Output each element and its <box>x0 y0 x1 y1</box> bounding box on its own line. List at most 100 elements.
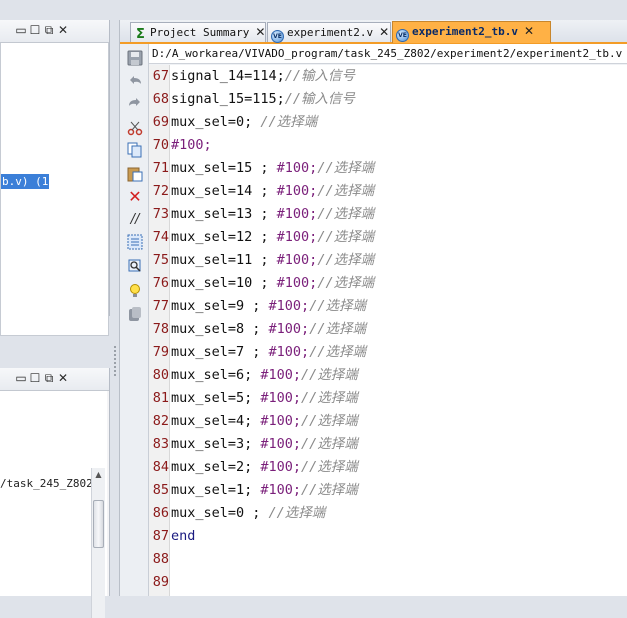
source-text: mux_sel=7 ; #100;//选择端 <box>171 341 366 364</box>
comment-token: //选择端 <box>317 252 375 268</box>
code-line[interactable]: 77 mux_sel=9 ; #100;//选择端 <box>149 295 627 318</box>
code-line[interactable]: 85 mux_sel=1; #100;//选择端 <box>149 479 627 502</box>
code-editor-pane: Σ Project Summary ✕ VE experiment2.v ✕ VE exp… <box>119 20 627 596</box>
code-line[interactable]: 83 mux_sel=3; #100;//选择端 <box>149 433 627 456</box>
copy-icon[interactable] <box>127 142 143 158</box>
close-icon[interactable]: ✕ <box>56 371 70 385</box>
close-icon[interactable]: ✕ <box>255 23 265 42</box>
delay-token: #100; <box>260 459 302 475</box>
code-token: mux_sel=2; <box>171 459 261 475</box>
tab-experiment2-v[interactable]: VE experiment2.v ✕ <box>267 22 391 43</box>
code-token: signal_15=115; <box>171 91 285 107</box>
pane-splitter[interactable] <box>111 20 119 596</box>
code-line[interactable]: 78 mux_sel=8 ; #100;//选择端 <box>149 318 627 341</box>
code-line[interactable]: 87 end <box>149 525 627 548</box>
restore-icon[interactable]: ⧉ <box>42 23 56 38</box>
line-number: 74 <box>152 229 169 245</box>
source-text: mux_sel=0; //选择端 <box>171 111 317 134</box>
code-line[interactable]: 86 mux_sel=0 ; //选择端 <box>149 502 627 525</box>
delay-token: #100; <box>276 160 318 176</box>
code-line[interactable]: 82 mux_sel=4; #100;//选择端 <box>149 410 627 433</box>
properties-body: /task_245_Z802/ ▲ <box>0 391 107 618</box>
code-token: mux_sel=6; <box>171 367 261 383</box>
source-text: #100; <box>171 134 212 157</box>
source-text: mux_sel=15 ; #100;//选择端 <box>171 157 374 180</box>
find-icon[interactable] <box>127 257 143 273</box>
comment-token: //选择端 <box>309 321 366 337</box>
sigma-icon: Σ <box>136 27 145 42</box>
comment-token: //选择端 <box>301 413 358 429</box>
minimize-icon[interactable]: ▭ <box>14 371 28 385</box>
close-icon[interactable]: ✕ <box>524 22 534 41</box>
comment-icon[interactable]: // <box>127 212 143 228</box>
minimize-icon[interactable]: ▭ <box>14 23 28 37</box>
sources-pane-window-controls: ▭ ☐ ⧉ ✕ <box>14 23 70 38</box>
comment-token: //选择端 <box>301 367 358 383</box>
line-number: 85 <box>152 482 169 498</box>
code-line[interactable]: 76 mux_sel=10 ; #100;//选择端 <box>149 272 627 295</box>
code-line[interactable]: 74 mux_sel=12 ; #100;//选择端 <box>149 226 627 249</box>
paste-icon[interactable] <box>127 166 143 182</box>
cut-icon[interactable] <box>127 120 143 136</box>
delay-token: #100; <box>260 367 302 383</box>
select-all-icon[interactable] <box>127 234 143 250</box>
close-icon[interactable]: ✕ <box>56 23 70 37</box>
restore-icon[interactable]: ⧉ <box>42 371 56 386</box>
code-line[interactable]: 69 mux_sel=0; //选择端 <box>149 111 627 134</box>
code-line[interactable]: 68 signal_15=115;//输入信号 <box>149 88 627 111</box>
comment-token: //选择端 <box>309 298 366 314</box>
scroll-up-icon[interactable]: ▲ <box>93 470 104 482</box>
code-line[interactable]: 88 <box>149 548 627 571</box>
code-token: mux_sel=7 ; <box>171 344 269 360</box>
source-text: mux_sel=4; #100;//选择端 <box>171 410 358 433</box>
code-line[interactable]: 72 mux_sel=14 ; #100;//选择端 <box>149 180 627 203</box>
code-line[interactable]: 80 mux_sel=6; #100;//选择端 <box>149 364 627 387</box>
code-line[interactable]: 71 mux_sel=15 ; #100;//选择端 <box>149 157 627 180</box>
delete-icon[interactable]: ✕ <box>127 189 143 205</box>
comment-token: //输入信号 <box>284 91 356 107</box>
code-line[interactable]: 67 signal_14=114;//输入信号 <box>149 65 627 88</box>
comment-token: //选择端 <box>317 229 375 245</box>
comment-token: //选择端 <box>301 390 358 406</box>
line-number: 82 <box>152 413 169 429</box>
source-text: end <box>171 525 195 548</box>
line-number: 76 <box>152 275 169 291</box>
line-number: 87 <box>152 528 169 544</box>
code-line[interactable]: 79 mux_sel=7 ; #100;//选择端 <box>149 341 627 364</box>
maximize-icon[interactable]: ☐ <box>28 371 42 385</box>
delay-token: #100; <box>276 183 318 199</box>
code-line[interactable]: 84 mux_sel=2; #100;//选择端 <box>149 456 627 479</box>
delay-token: #100; <box>268 298 310 314</box>
line-number: 69 <box>152 114 169 130</box>
save-icon[interactable] <box>127 50 143 66</box>
code-token: mux_sel=5; <box>171 390 261 406</box>
undo-icon[interactable] <box>127 74 143 90</box>
code-line[interactable]: 70 #100; <box>149 134 627 157</box>
editor-tab-bar: Σ Project Summary ✕ VE experiment2.v ✕ VE exp… <box>120 20 627 44</box>
line-number: 73 <box>152 206 169 222</box>
line-number: 80 <box>152 367 169 383</box>
selected-tree-item[interactable]: b.v) (1) <box>1 174 49 189</box>
source-text: mux_sel=3; #100;//选择端 <box>171 433 358 456</box>
sources-tree: b.v) (1) <box>0 43 109 336</box>
redo-icon[interactable] <box>127 96 143 112</box>
scrollbar-thumb[interactable] <box>93 500 104 548</box>
hint-icon[interactable] <box>127 283 143 299</box>
tab-experiment2-tb-v[interactable]: VE experiment2_tb.v ✕ <box>392 21 551 43</box>
code-token: end <box>171 528 196 544</box>
code-line[interactable]: 81 mux_sel=5; #100;//选择端 <box>149 387 627 410</box>
code-text-area[interactable]: 67 signal_14=114;//输入信号 68 signal_15=115;//… <box>149 65 627 596</box>
splitter-grip-icon[interactable] <box>114 346 116 376</box>
delay-token: #100; <box>260 390 302 406</box>
templates-icon[interactable] <box>127 306 143 322</box>
source-text: mux_sel=6; #100;//选择端 <box>171 364 358 387</box>
tab-label: experiment2.v <box>287 26 374 39</box>
source-text: mux_sel=12 ; #100;//选择端 <box>171 226 374 249</box>
maximize-icon[interactable]: ☐ <box>28 23 42 37</box>
code-line[interactable]: 73 mux_sel=13 ; #100;//选择端 <box>149 203 627 226</box>
code-line[interactable]: 89 <box>149 571 627 594</box>
delay-token: #100; <box>260 436 302 452</box>
tab-project-summary[interactable]: Σ Project Summary ✕ <box>130 22 266 42</box>
code-line[interactable]: 75 mux_sel=11 ; #100;//选择端 <box>149 249 627 272</box>
close-icon[interactable]: ✕ <box>379 23 389 42</box>
